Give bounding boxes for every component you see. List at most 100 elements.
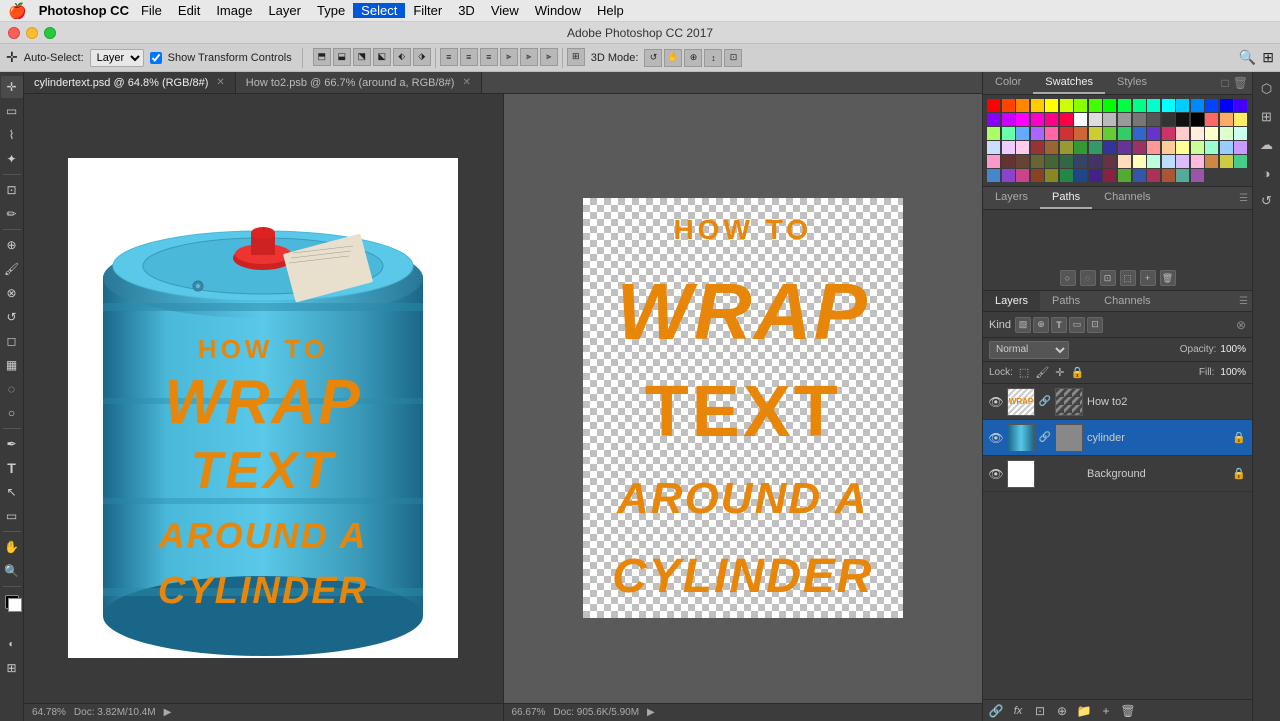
foreground-color[interactable] (5, 595, 19, 609)
swatch-color[interactable] (1103, 127, 1116, 140)
swatch-color[interactable] (1147, 169, 1160, 182)
menu-3d[interactable]: 3D (450, 3, 483, 18)
tab-paths[interactable]: Paths (1040, 187, 1092, 209)
layer-item[interactable]: 👁WRAP🔗How to2 (983, 384, 1252, 420)
eraser-tool[interactable]: ◻ (1, 330, 23, 352)
mask-from-path-icon[interactable]: ⊡ (1100, 270, 1116, 286)
swatch-color[interactable] (987, 141, 1000, 154)
swatch-color[interactable] (1147, 113, 1160, 126)
swatch-color[interactable] (1176, 169, 1189, 182)
swatch-color[interactable] (1176, 127, 1189, 140)
swatch-color[interactable] (1074, 155, 1087, 168)
right-arrow[interactable]: ▶ (647, 707, 655, 718)
swatch-color[interactable] (1045, 127, 1058, 140)
swatch-color[interactable] (1089, 169, 1102, 182)
link-layers-icon[interactable]: 🔗 (987, 702, 1005, 720)
swatch-color[interactable] (1176, 99, 1189, 112)
tab-layers-paths[interactable]: Layers (983, 187, 1040, 209)
swatch-color[interactable] (1176, 155, 1189, 168)
swatch-color[interactable] (1133, 155, 1146, 168)
swatch-color[interactable] (1016, 99, 1029, 112)
lock-paint-icon[interactable]: 🖌 (1035, 366, 1049, 379)
swatch-color[interactable] (1147, 99, 1160, 112)
zoom-tool[interactable]: 🔍 (1, 560, 23, 582)
dist-right[interactable]: ⫸ (540, 48, 558, 66)
menu-type[interactable]: Type (309, 3, 353, 18)
swatch-color[interactable] (1103, 155, 1116, 168)
new-layer-icon[interactable]: + (1097, 702, 1115, 720)
dist-hcenter[interactable]: ⫸ (520, 48, 538, 66)
swatch-color[interactable] (1234, 127, 1247, 140)
swatch-color[interactable] (1147, 141, 1160, 154)
new-path-icon[interactable]: + (1140, 270, 1156, 286)
swatch-color[interactable] (1220, 127, 1233, 140)
tab-layers-main[interactable]: Layers (983, 291, 1040, 311)
blur-tool[interactable]: ◌ (1, 378, 23, 400)
layer-item[interactable]: 👁Background🔒 (983, 456, 1252, 492)
swatch-color[interactable] (1191, 169, 1204, 182)
history-brush[interactable]: ↺ (1, 306, 23, 328)
dist-top[interactable]: ≡ (440, 48, 458, 66)
swatch-color[interactable] (1118, 155, 1131, 168)
swatch-color[interactable] (1045, 155, 1058, 168)
swatch-color[interactable] (1089, 113, 1102, 126)
swatch-color[interactable] (1118, 99, 1131, 112)
swatch-color[interactable] (1002, 99, 1015, 112)
menu-view[interactable]: View (483, 3, 527, 18)
swatch-color[interactable] (1147, 127, 1160, 140)
swatch-color[interactable] (1162, 141, 1175, 154)
pen-tool[interactable]: ✒ (1, 433, 23, 455)
tab-channels-main[interactable]: Channels (1092, 291, 1162, 311)
stroke-path-icon[interactable]: ◌ (1080, 270, 1096, 286)
swatch-color[interactable] (1074, 113, 1087, 126)
dodge-tool[interactable]: ○ (1, 402, 23, 424)
stamp-tool[interactable]: ⊗ (1, 282, 23, 304)
swatch-color[interactable] (1031, 141, 1044, 154)
dist-center[interactable]: ≡ (460, 48, 478, 66)
swatch-color[interactable] (1016, 169, 1029, 182)
swatch-color[interactable] (1045, 141, 1058, 154)
align-hcenter[interactable]: ⬖ (393, 48, 411, 66)
marquee-tool[interactable]: ▭ (1, 100, 23, 122)
menu-window[interactable]: Window (527, 3, 589, 18)
swatches-add-icon[interactable]: □ (1222, 76, 1229, 90)
swatch-color[interactable] (1205, 127, 1218, 140)
paths-menu-icon[interactable]: ☰ (1239, 193, 1248, 204)
3d-slide[interactable]: ↕ (704, 49, 722, 67)
swatch-color[interactable] (1118, 113, 1131, 126)
swatch-color[interactable] (1220, 99, 1233, 112)
lock-transparent-icon[interactable]: ⬚ (1019, 366, 1029, 379)
eyedropper-tool[interactable]: ✏ (1, 203, 23, 225)
swatch-color[interactable] (1205, 141, 1218, 154)
3d-rotate[interactable]: ↺ (644, 49, 662, 67)
swatch-color[interactable] (1060, 127, 1073, 140)
menu-image[interactable]: Image (208, 3, 260, 18)
filter-type[interactable]: T (1051, 317, 1067, 333)
layers-menu-icon[interactable]: ☰ (1239, 296, 1248, 307)
screen-mode[interactable]: ⊞ (1, 657, 23, 679)
lasso-tool[interactable]: ⌇ (1, 124, 23, 146)
swatch-color[interactable] (1060, 99, 1073, 112)
swatch-color[interactable] (1074, 169, 1087, 182)
filter-smart[interactable]: ⊡ (1087, 317, 1103, 333)
swatch-color[interactable] (1162, 127, 1175, 140)
swatch-color[interactable] (1060, 155, 1073, 168)
tab-cylindertext[interactable]: cylindertext.psd @ 64.8% (RGB/8#) ✕ (24, 72, 236, 93)
path-select-tool[interactable]: ↖ (1, 481, 23, 503)
auto-select-dropdown[interactable]: Layer (90, 49, 144, 67)
swatch-color[interactable] (1089, 127, 1102, 140)
swatch-color[interactable] (1133, 169, 1146, 182)
swatch-color[interactable] (1031, 169, 1044, 182)
layer-visibility-toggle[interactable]: 👁 (989, 395, 1003, 409)
swatch-color[interactable] (1002, 113, 1015, 126)
swatch-color[interactable] (987, 99, 1000, 112)
swatch-color[interactable] (987, 127, 1000, 140)
layer-visibility-toggle[interactable]: 👁 (989, 467, 1003, 481)
swatch-color[interactable] (987, 113, 1000, 126)
history-icon[interactable]: ↺ (1256, 190, 1278, 212)
left-arrow[interactable]: ▶ (164, 707, 172, 718)
layer-visibility-toggle[interactable]: 👁 (989, 431, 1003, 445)
swatch-color[interactable] (1060, 113, 1073, 126)
menu-edit[interactable]: Edit (170, 3, 208, 18)
swatch-color[interactable] (1234, 99, 1247, 112)
